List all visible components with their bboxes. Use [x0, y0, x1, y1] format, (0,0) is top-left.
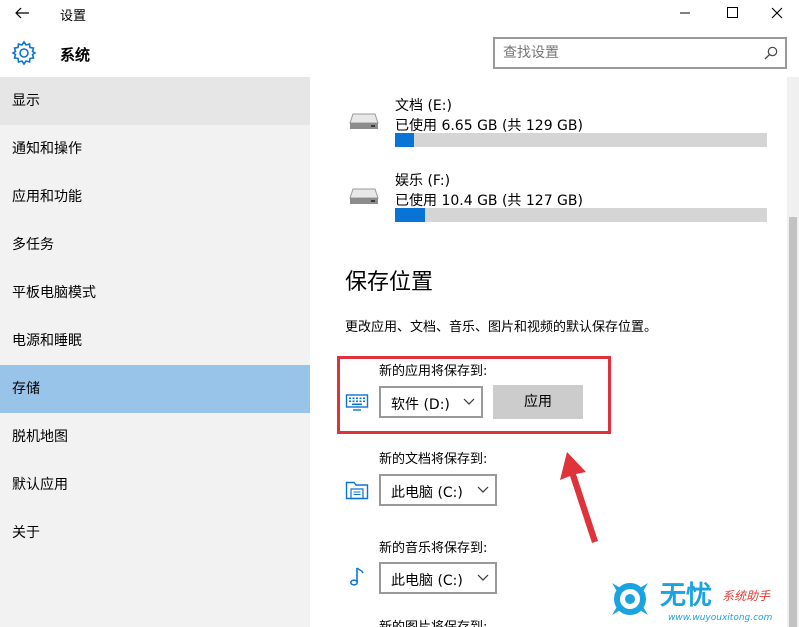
drive-usage-fill [395, 208, 426, 222]
sidebar-item-label: 多任务 [12, 237, 54, 253]
dropdown-value: 此电脑 (C:) [391, 573, 463, 589]
sidebar-item-label: 关于 [12, 525, 40, 541]
music-location-label: 新的音乐将保存到: [379, 541, 488, 556]
sidebar-item-about[interactable]: 关于 [0, 509, 310, 557]
drive-name: 娱乐 (F:) [395, 173, 451, 189]
sidebar-nav: 显示 通知和操作 应用和功能 多任务 平板电脑模式 电源和睡眠 存储 脱机地图 … [0, 77, 310, 627]
close-icon [771, 7, 783, 19]
title-bar: 设置 [0, 0, 799, 26]
sidebar-item-default-apps[interactable]: 默认应用 [0, 461, 310, 509]
documents-folder-icon [345, 481, 369, 500]
chevron-down-icon [477, 486, 489, 493]
watermark-slogan: 系统助手 [722, 589, 771, 603]
sidebar-item-label: 脱机地图 [12, 429, 68, 445]
drive-name: 文档 (E:) [395, 98, 452, 114]
brand-logo-icon [612, 583, 648, 615]
back-button[interactable] [10, 2, 36, 24]
sidebar-item-label: 应用和功能 [12, 189, 82, 205]
save-locations-description: 更改应用、文档、音乐、图片和视频的默认保存位置。 [345, 320, 658, 335]
sidebar-item-power-sleep[interactable]: 电源和睡眠 [0, 317, 310, 365]
pictures-location-label: 新的图片将保存到: [379, 616, 487, 627]
hard-drive-icon [349, 188, 379, 204]
watermark-url: www.wuyouxitong.com [668, 613, 773, 623]
close-button[interactable] [755, 0, 799, 26]
minimize-button[interactable] [661, 0, 707, 26]
sidebar-item-label: 平板电脑模式 [12, 285, 96, 301]
scrollbar[interactable] [787, 77, 799, 627]
sidebar-item-multitasking[interactable]: 多任务 [0, 221, 310, 269]
page-title: 系统 [60, 46, 91, 64]
sidebar-item-label: 电源和睡眠 [12, 333, 82, 349]
chevron-down-icon [477, 574, 489, 581]
dropdown-value: 此电脑 (C:) [391, 485, 463, 501]
drive-usage: 已使用 6.65 GB (共 129 GB) [395, 118, 583, 134]
sidebar-item-notifications[interactable]: 通知和操作 [0, 125, 310, 173]
sidebar-item-storage[interactable]: 存储 [0, 365, 310, 413]
sidebar-item-display[interactable]: 显示 [0, 77, 310, 125]
sidebar-item-label: 存储 [12, 381, 40, 397]
drive-usage-bar [395, 208, 767, 222]
watermark: 无忧 系统助手 www.wuyouxitong.com [604, 573, 799, 627]
minimize-icon [680, 12, 690, 14]
gear-icon [11, 40, 37, 66]
documents-location-label: 新的文档将保存到: [379, 452, 488, 467]
save-locations-heading: 保存位置 [345, 270, 434, 295]
sidebar-item-label: 显示 [12, 93, 40, 109]
drive-usage: 已使用 10.4 GB (共 127 GB) [395, 193, 583, 209]
search-input[interactable] [503, 43, 753, 63]
watermark-brand: 无忧 [660, 581, 713, 611]
sidebar-item-tablet-mode[interactable]: 平板电脑模式 [0, 269, 310, 317]
sidebar-item-label: 通知和操作 [12, 141, 82, 157]
drive-usage-fill [395, 133, 415, 147]
sidebar-item-offline-maps[interactable]: 脱机地图 [0, 413, 310, 461]
drive-usage-bar [395, 133, 767, 147]
hard-drive-icon [349, 113, 379, 129]
sidebar-item-label: 默认应用 [12, 477, 68, 493]
window-title: 设置 [60, 9, 87, 24]
sidebar-item-apps-features[interactable]: 应用和功能 [0, 173, 310, 221]
back-arrow-icon [15, 7, 29, 19]
music-location-dropdown[interactable]: 此电脑 (C:) [379, 562, 497, 594]
music-note-icon [350, 567, 364, 586]
maximize-button[interactable] [709, 0, 755, 26]
documents-location-dropdown[interactable]: 此电脑 (C:) [379, 474, 497, 506]
search-icon[interactable] [763, 45, 779, 61]
search-box[interactable] [493, 37, 787, 69]
annotation-arrow-icon [560, 452, 598, 543]
highlight-box [337, 356, 611, 434]
maximize-icon [727, 7, 738, 18]
scrollbar-thumb[interactable] [789, 217, 797, 627]
